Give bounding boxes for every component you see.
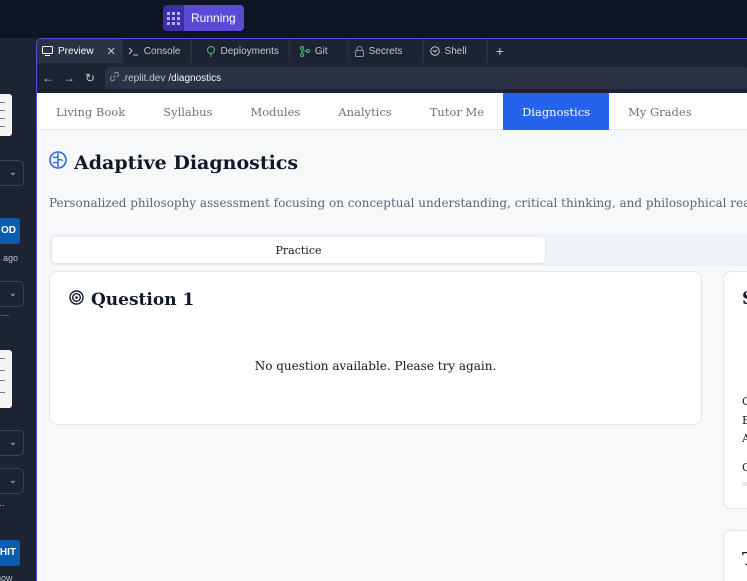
nav-my-grades[interactable]: My Grades <box>609 93 711 130</box>
tab-label: Shell <box>444 45 467 57</box>
nav-diagnostics[interactable]: Diagnostics <box>503 93 610 130</box>
stats-card: S C E A C <box>723 271 747 509</box>
url-field[interactable]: .replit.dev/diagnostics <box>105 67 747 89</box>
tab-label: Secrets <box>368 45 403 57</box>
app-nav: Living Book Syllabus Modules Analytics T… <box>37 93 747 130</box>
file-thumbnail[interactable] <box>0 350 12 408</box>
url-bar: ← → ↻ .replit.dev/diagnostics <box>37 65 747 91</box>
forward-arrow-icon[interactable]: → <box>63 71 75 85</box>
tab-deployments[interactable]: Deployments <box>192 39 290 63</box>
tab-console[interactable]: Console <box>123 39 192 63</box>
top-bar: Running <box>0 0 747 38</box>
nav-syllabus[interactable]: Syllabus <box>144 93 231 130</box>
stats-line: C <box>742 395 747 408</box>
ellipsis-label: s… <box>0 308 10 318</box>
tab-label: Git <box>314 45 328 57</box>
mode-tabs: Practice S <box>49 234 747 266</box>
question-header: Question 1 <box>69 290 194 310</box>
tab-label: Deployments <box>220 45 279 57</box>
tab-practice[interactable]: Practice <box>52 237 545 263</box>
file-thumbnail[interactable] <box>0 94 12 136</box>
nav-living-book[interactable]: Living Book <box>37 93 144 130</box>
question-card: Question 1 No question available. Please… <box>49 271 702 425</box>
reload-icon[interactable]: ↻ <box>84 71 96 85</box>
git-branch-icon <box>299 45 310 57</box>
question-message: No question available. Please try again. <box>254 359 497 373</box>
terminal-icon <box>128 47 139 56</box>
sidebar-action-button[interactable]: OD <box>0 218 20 244</box>
replit-workspace: Running + ⌄ OD s ago ⌄ s… ⌄ ⌄ … HIT now … <box>0 0 747 581</box>
stats-line: E <box>742 414 747 427</box>
second-side-card: T <box>723 530 747 581</box>
page-title: Adaptive Diagnostics <box>74 151 299 174</box>
stats-title: S <box>742 288 747 309</box>
back-arrow-icon[interactable]: ← <box>42 71 54 85</box>
tab-git[interactable]: Git <box>290 39 349 63</box>
run-status[interactable]: Running <box>163 5 244 31</box>
page-subtitle: Personalized philosophy assessment focus… <box>49 196 747 210</box>
tab-shell[interactable]: Shell <box>424 39 488 63</box>
page-header: Adaptive Diagnostics <box>49 151 298 174</box>
url-path: /diagnostics <box>168 72 222 84</box>
run-grid-icon <box>163 5 184 31</box>
add-tab-button[interactable]: + <box>488 39 512 63</box>
question-title: Question 1 <box>91 290 195 310</box>
lock-icon <box>354 45 364 57</box>
deploy-icon <box>206 45 216 57</box>
timestamp: now <box>0 573 13 581</box>
left-sidebar: + ⌄ OD s ago ⌄ s… ⌄ ⌄ … HIT now <box>0 38 36 581</box>
nav-tutor-me[interactable]: Tutor Me <box>411 93 503 130</box>
chevron-down-icon[interactable]: ⌄ <box>0 281 24 307</box>
tab-bar: Preview ✕ Console Deployments Git Secret… <box>37 39 747 63</box>
url-host: .replit.dev <box>122 72 166 84</box>
preview-pane: Preview ✕ Console Deployments Git Secret… <box>36 38 747 581</box>
tab-preview[interactable]: Preview ✕ <box>37 39 123 63</box>
stats-line: A <box>742 432 747 445</box>
close-icon[interactable]: ✕ <box>107 45 116 58</box>
progress-bar <box>742 482 747 486</box>
tab-label: Console <box>143 45 181 57</box>
sidebar-commit-button[interactable]: HIT <box>0 540 20 566</box>
nav-modules[interactable]: Modules <box>231 93 319 130</box>
link-icon <box>109 71 120 84</box>
tab-label: Preview <box>58 45 94 57</box>
brain-icon <box>49 151 67 174</box>
chevron-down-icon[interactable]: ⌄ <box>0 468 24 494</box>
stats-line: C <box>742 461 747 474</box>
shell-icon <box>429 46 440 56</box>
app-viewport: Living Book Syllabus Modules Analytics T… <box>37 93 747 581</box>
target-icon <box>69 290 84 310</box>
running-button[interactable]: Running <box>184 5 244 31</box>
nav-analytics[interactable]: Analytics <box>319 93 410 130</box>
tab-secrets[interactable]: Secrets <box>349 39 424 63</box>
timestamp: s ago <box>0 253 19 263</box>
monitor-icon <box>42 46 53 56</box>
ellipsis-label: … <box>0 498 5 508</box>
chevron-down-icon[interactable]: ⌄ <box>0 160 24 186</box>
side-card-title: T <box>742 549 747 570</box>
chevron-down-icon[interactable]: ⌄ <box>0 430 24 456</box>
